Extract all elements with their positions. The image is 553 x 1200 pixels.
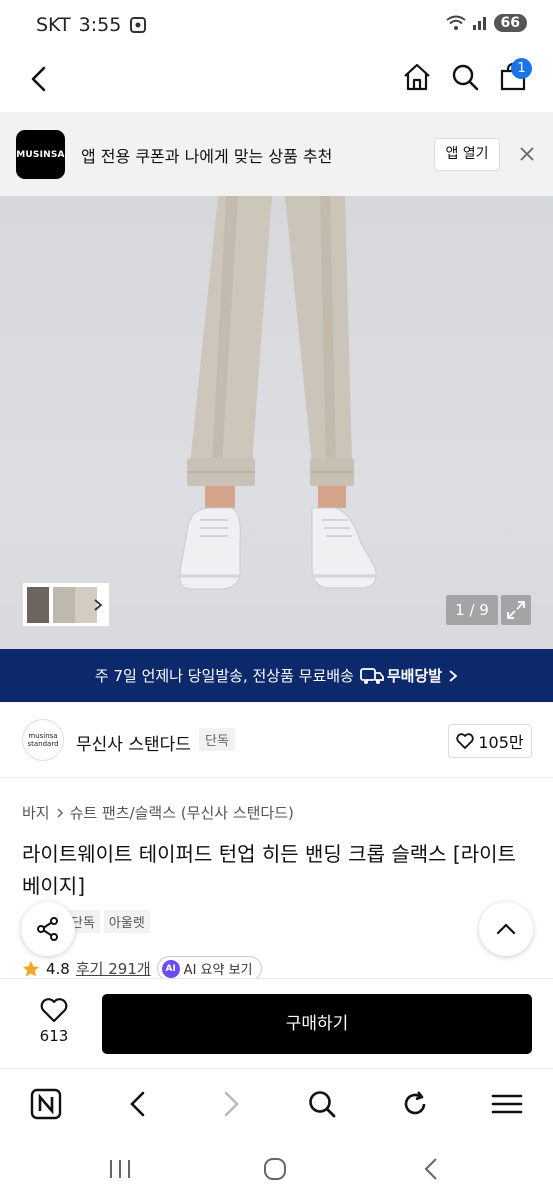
browser-forward-button[interactable] [214, 1087, 248, 1121]
recent-apps-icon [110, 1160, 130, 1178]
back-arrow-icon[interactable] [26, 64, 54, 94]
chevron-right-icon [94, 599, 103, 611]
scroll-to-top-button[interactable] [479, 902, 533, 956]
refresh-icon [404, 1091, 426, 1115]
free-delivery-badge: 무배당발 [359, 665, 443, 686]
exclusive-tag: 단독 [199, 728, 235, 751]
shipping-text: 주 7일 언제나 당일발송, 전상품 무료배송 [94, 667, 354, 685]
share-button[interactable] [21, 902, 75, 956]
search-icon[interactable] [450, 62, 480, 92]
browser-refresh-button[interactable] [398, 1087, 432, 1121]
shipping-promo-bar[interactable]: 주 7일 언제나 당일발송, 전상품 무료배송 무배당발 [0, 649, 553, 702]
product-image-gallery[interactable]: 1 / 9 [0, 196, 553, 649]
brand-logo-line1: musinsa [28, 732, 58, 740]
review-link[interactable]: 후기 291개 [76, 958, 151, 979]
delivery-truck-icon [359, 667, 384, 684]
product-tag: 아울렛 [103, 910, 150, 933]
status-bar-left: SKT 3:55 [36, 14, 147, 36]
ai-badge: AI [161, 959, 180, 978]
home-button[interactable] [260, 1156, 290, 1182]
breadcrumb-subcategory[interactable]: 슈트 팬츠/슬랙스 (무신사 스탠다드) [70, 802, 294, 823]
fullscreen-button[interactable] [501, 595, 531, 625]
purchase-bar: 613 구매하기 [0, 978, 553, 1068]
star-icon [23, 960, 39, 976]
heart-icon [40, 998, 68, 1023]
top-navigation [0, 50, 553, 112]
back-arrow-icon [424, 1158, 437, 1180]
recent-apps-button[interactable] [105, 1156, 135, 1182]
expand-icon [507, 601, 525, 619]
wifi-icon [445, 15, 466, 30]
forward-arrow-icon [224, 1091, 239, 1117]
browser-menu-button[interactable] [490, 1087, 524, 1121]
close-icon[interactable] [519, 146, 535, 162]
carrier-label: SKT [36, 14, 71, 36]
home-pill-icon [264, 1158, 286, 1180]
chevron-right-icon [449, 669, 458, 682]
wishlist-count: 613 [39, 1027, 69, 1045]
brand-like-button[interactable]: 105만 [448, 724, 532, 758]
battery-indicator: 66 [493, 14, 527, 32]
product-title: 라이트웨이트 테이퍼드 턴업 히든 밴딩 크롭 슬랙스 [라이트 베이지] [22, 842, 516, 898]
open-app-button[interactable]: 앱 열기 [434, 138, 500, 171]
brand-logo-line2: standard [27, 740, 59, 748]
ai-summary-label: AI 요약 보기 [183, 963, 253, 978]
brand-logo[interactable]: musinsa standard [22, 719, 64, 761]
thumbnail-2[interactable] [53, 587, 75, 623]
rating-value: 4.8 [46, 959, 70, 978]
image-pager: 1 / 9 [446, 595, 498, 625]
status-bar: SKT 3:55 66 [0, 0, 553, 50]
share-icon [37, 917, 58, 941]
app-install-banner: MUSINSA 앱 전용 쿠폰과 나에게 맞는 상품 추천 앱 열기 [0, 112, 553, 196]
home-icon[interactable] [402, 62, 432, 92]
banner-message: 앱 전용 쿠폰과 나에게 맞는 상품 추천 [81, 147, 333, 166]
product-tags: 단독 아울렛 [66, 910, 150, 933]
cart-count-badge: 1 [511, 58, 532, 79]
browser-search-button[interactable] [305, 1087, 339, 1121]
buy-button[interactable]: 구매하기 [102, 994, 532, 1054]
system-back-button[interactable] [416, 1156, 446, 1182]
search-icon [309, 1091, 336, 1118]
browser-toolbar [0, 1068, 553, 1136]
brand-row: musinsa standard 무신사 스탠다드 단독 105만 [0, 702, 553, 778]
signal-icon [472, 17, 486, 30]
heart-icon [456, 733, 475, 749]
thumbnail-strip[interactable] [22, 582, 110, 627]
status-bar-right: 66 [445, 14, 527, 32]
chevron-right-icon [57, 807, 63, 818]
browser-back-button[interactable] [121, 1087, 155, 1121]
hamburger-menu-icon [491, 1094, 523, 1114]
system-navigation-bar [0, 1136, 553, 1200]
brand-like-count: 105만 [478, 733, 524, 752]
thumbnail-1[interactable] [27, 587, 49, 623]
chevron-up-icon [496, 923, 516, 935]
brand-name[interactable]: 무신사 스탠다드 [76, 730, 191, 755]
free-delivery-label: 무배당발 [386, 667, 443, 685]
wishlist-button[interactable]: 613 [34, 997, 74, 1045]
musinsa-logo: MUSINSA [16, 130, 65, 179]
breadcrumb-category[interactable]: 바지 [22, 802, 50, 823]
breadcrumb: 바지 슈트 팬츠/슬랙스 (무신사 스탠다드) [22, 802, 294, 823]
back-arrow-icon [130, 1091, 145, 1117]
screenshot-icon [130, 17, 147, 33]
clock: 3:55 [78, 14, 122, 36]
naver-icon [30, 1088, 62, 1120]
naver-home-button[interactable] [29, 1087, 63, 1121]
